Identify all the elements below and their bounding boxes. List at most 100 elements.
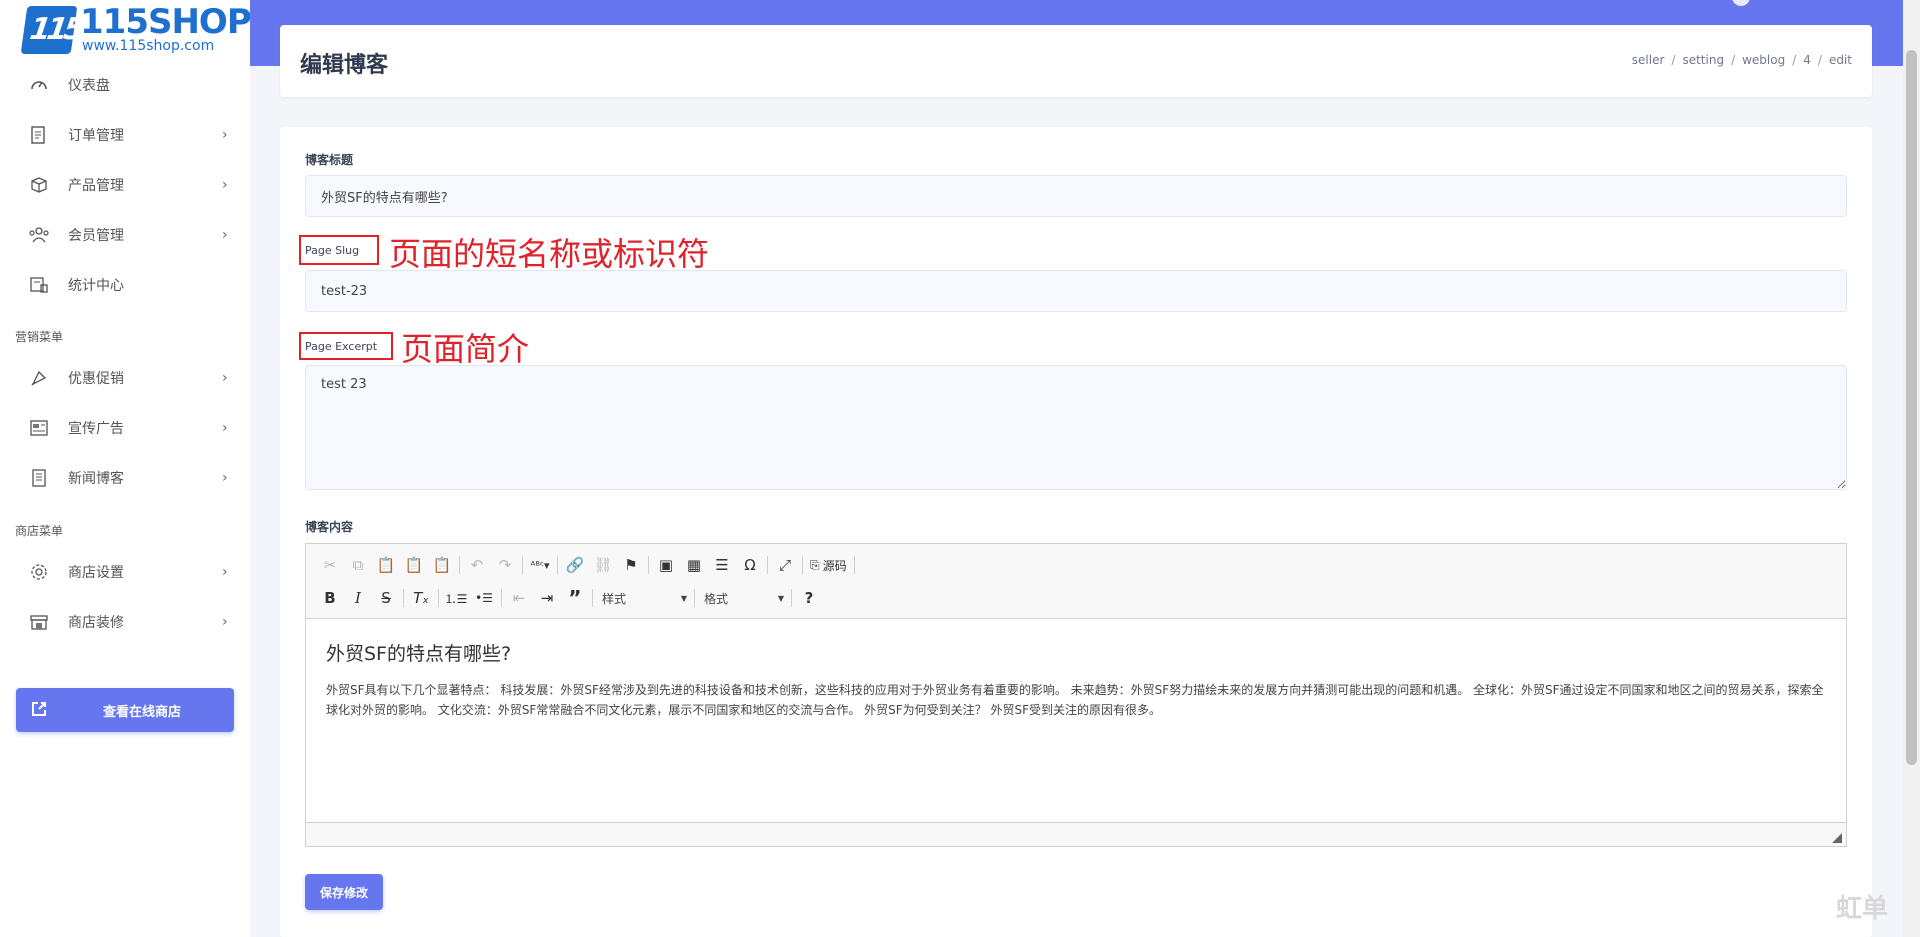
sidebar-item-orders[interactable]: 订单管理 › [0,115,250,155]
source-button[interactable]: ⎘ 源码 [806,552,851,578]
resize-grip-icon[interactable] [1832,833,1842,843]
help-icon[interactable]: ? [795,585,823,611]
bold-icon[interactable]: B [316,585,344,611]
sidebar-item-news[interactable]: 新闻博客 › [0,458,250,498]
section-heading-marketing: 营销菜单 [15,330,64,344]
blog-title-label: 博客标题 [305,153,354,167]
sidebar-item-label: 优惠促销 [68,371,124,387]
view-online-shop-label: 查看在线商店 [102,704,181,720]
toolbar-separator [648,556,649,574]
italic-icon[interactable]: I [344,585,372,611]
breadcrumb-separator: / [1731,53,1736,67]
content-paragraph: 外贸SF具有以下几个显著特点： 科技发展：外贸SF经常涉及到先进的科技设备和技术… [326,683,1824,717]
spellcheck-icon[interactable]: ᴬᴮᶜ▾ [526,552,554,578]
unlink-icon[interactable]: ⛓ [589,552,617,578]
image-icon[interactable]: ▣ [652,552,680,578]
numbered-list-icon[interactable]: ⒈☰ [442,585,470,611]
outdent-icon[interactable]: ⇤ [505,585,533,611]
view-online-shop-button[interactable]: 查看在线商店 [16,688,234,732]
toolbar-row-1: ✂ ⧉ 📋 📋 📋 ↶ ↷ ᴬᴮᶜ▾ 🔗 ⛓ ⚑ ▣ ▦ ☰ Ω ⤢ ⎘ 源码 [316,551,858,579]
breadcrumb-separator: / [1671,53,1676,67]
caret-down-icon: ▼ [680,593,687,603]
style-select[interactable]: 样式 ▼ [596,587,691,609]
anchor-flag-icon[interactable]: ⚑ [617,552,645,578]
watermark: 虹单 [1836,894,1889,924]
chevron-right-icon: › [222,177,228,193]
members-icon [28,224,50,246]
blog-title-input[interactable] [305,175,1847,217]
sidebar-item-label: 新闻博客 [68,471,124,487]
breadcrumb-item-setting[interactable]: setting [1682,53,1724,67]
strikethrough-icon[interactable]: S [372,585,400,611]
table-icon[interactable]: ▦ [680,552,708,578]
undo-icon[interactable]: ↶ [463,552,491,578]
blog-content-label: 博客内容 [305,520,354,534]
external-link-icon [30,700,48,722]
page-slug-input[interactable] [305,270,1847,312]
copy-icon[interactable]: ⧉ [344,552,372,578]
page-slug-label: Page Slug [305,244,360,257]
toolbar-separator [557,556,558,574]
rich-text-editor[interactable]: ✂ ⧉ 📋 📋 📋 ↶ ↷ ᴬᴮᶜ▾ 🔗 ⛓ ⚑ ▣ ▦ ☰ Ω ⤢ ⎘ 源码 … [305,543,1847,847]
editor-content[interactable]: 外贸SF的特点有哪些? 外贸SF具有以下几个显著特点： 科技发展：外贸SF经常涉… [306,619,1846,823]
sidebar-item-promotions[interactable]: 优惠促销 › [0,358,250,398]
maximize-icon[interactable]: ⤢ [771,552,799,578]
sidebar-item-ads[interactable]: 宣传广告 › [0,408,250,448]
caret-down-icon: ▼ [777,593,784,603]
sidebar-item-shop-decoration[interactable]: 商店装修 › [0,602,250,642]
toolbar-separator [802,556,803,574]
link-icon[interactable]: 🔗 [561,552,589,578]
blog-edit-form: 博客标题 Page Slug 页面的短名称或标识符 Page Excerpt 页… [280,127,1872,937]
content-heading: 外贸SF的特点有哪些? [326,643,512,665]
style-select-label: 样式 [602,591,627,606]
sidebar-item-label: 会员管理 [68,228,124,244]
blockquote-icon[interactable]: ” [561,585,589,611]
special-char-icon[interactable]: Ω [736,552,764,578]
dashboard-icon [28,74,50,96]
breadcrumb-item-weblog[interactable]: weblog [1742,53,1785,67]
page-excerpt-textarea[interactable]: test 23 [305,365,1847,490]
sidebar-item-shop-settings[interactable]: 商店设置 › [0,552,250,592]
breadcrumb-separator: / [1817,53,1822,67]
toolbar-separator [438,589,439,607]
paste-text-icon[interactable]: 📋 [400,552,428,578]
sidebar-item-label: 产品管理 [68,178,124,194]
chevron-right-icon: › [222,370,228,386]
chevron-right-icon: › [222,127,228,143]
breadcrumb-separator: / [1792,53,1797,67]
editor-status-bar [306,822,1846,846]
chevron-right-icon: › [222,564,228,580]
excerpt-annotation: 页面简介 [401,330,530,368]
paste-word-icon[interactable]: 📋 [428,552,456,578]
breadcrumb-item-seller[interactable]: seller [1632,53,1665,67]
toolbar-separator [694,589,695,607]
breadcrumb: seller / setting / weblog / 4 / edit [1632,53,1852,67]
sidebar-item-stats[interactable]: 统计中心 [0,265,250,305]
redo-icon[interactable]: ↷ [491,552,519,578]
sidebar-item-dashboard[interactable]: 仪表盘 [0,65,250,105]
toolbar-separator [501,589,502,607]
promotion-icon [28,367,50,389]
paste-icon[interactable]: 📋 [372,552,400,578]
indent-icon[interactable]: ⇥ [533,585,561,611]
brand-logo[interactable]: 115 115SHOP www.115shop.com [20,2,252,56]
sidebar-item-members[interactable]: 会员管理 › [0,215,250,255]
chevron-right-icon: › [222,614,228,630]
remove-format-icon[interactable]: Tₓ [407,585,435,611]
format-select[interactable]: 格式 ▼ [698,587,788,609]
toolbar-separator [459,556,460,574]
sidebar-item-products[interactable]: 产品管理 › [0,165,250,205]
breadcrumb-item-id[interactable]: 4 [1803,53,1811,67]
brand-url: www.115shop.com [82,38,215,54]
page-excerpt-label: Page Excerpt [305,340,378,353]
bulleted-list-icon[interactable]: •☰ [470,585,498,611]
toolbar-separator [853,556,855,574]
scrollbar-thumb[interactable] [1906,50,1917,765]
toolbar-row-2: B I S Tₓ ⒈☰ •☰ ⇤ ⇥ ” 样式 ▼ 格式 ▼ ? [316,584,823,612]
horizontal-rule-icon[interactable]: ☰ [708,552,736,578]
scrollbar[interactable] [1903,0,1920,937]
save-changes-button[interactable]: 保存修改 [305,874,383,910]
cut-icon[interactable]: ✂ [316,552,344,578]
logo-mark-text: 115 [27,12,84,47]
page-title: 编辑博客 [300,53,389,78]
